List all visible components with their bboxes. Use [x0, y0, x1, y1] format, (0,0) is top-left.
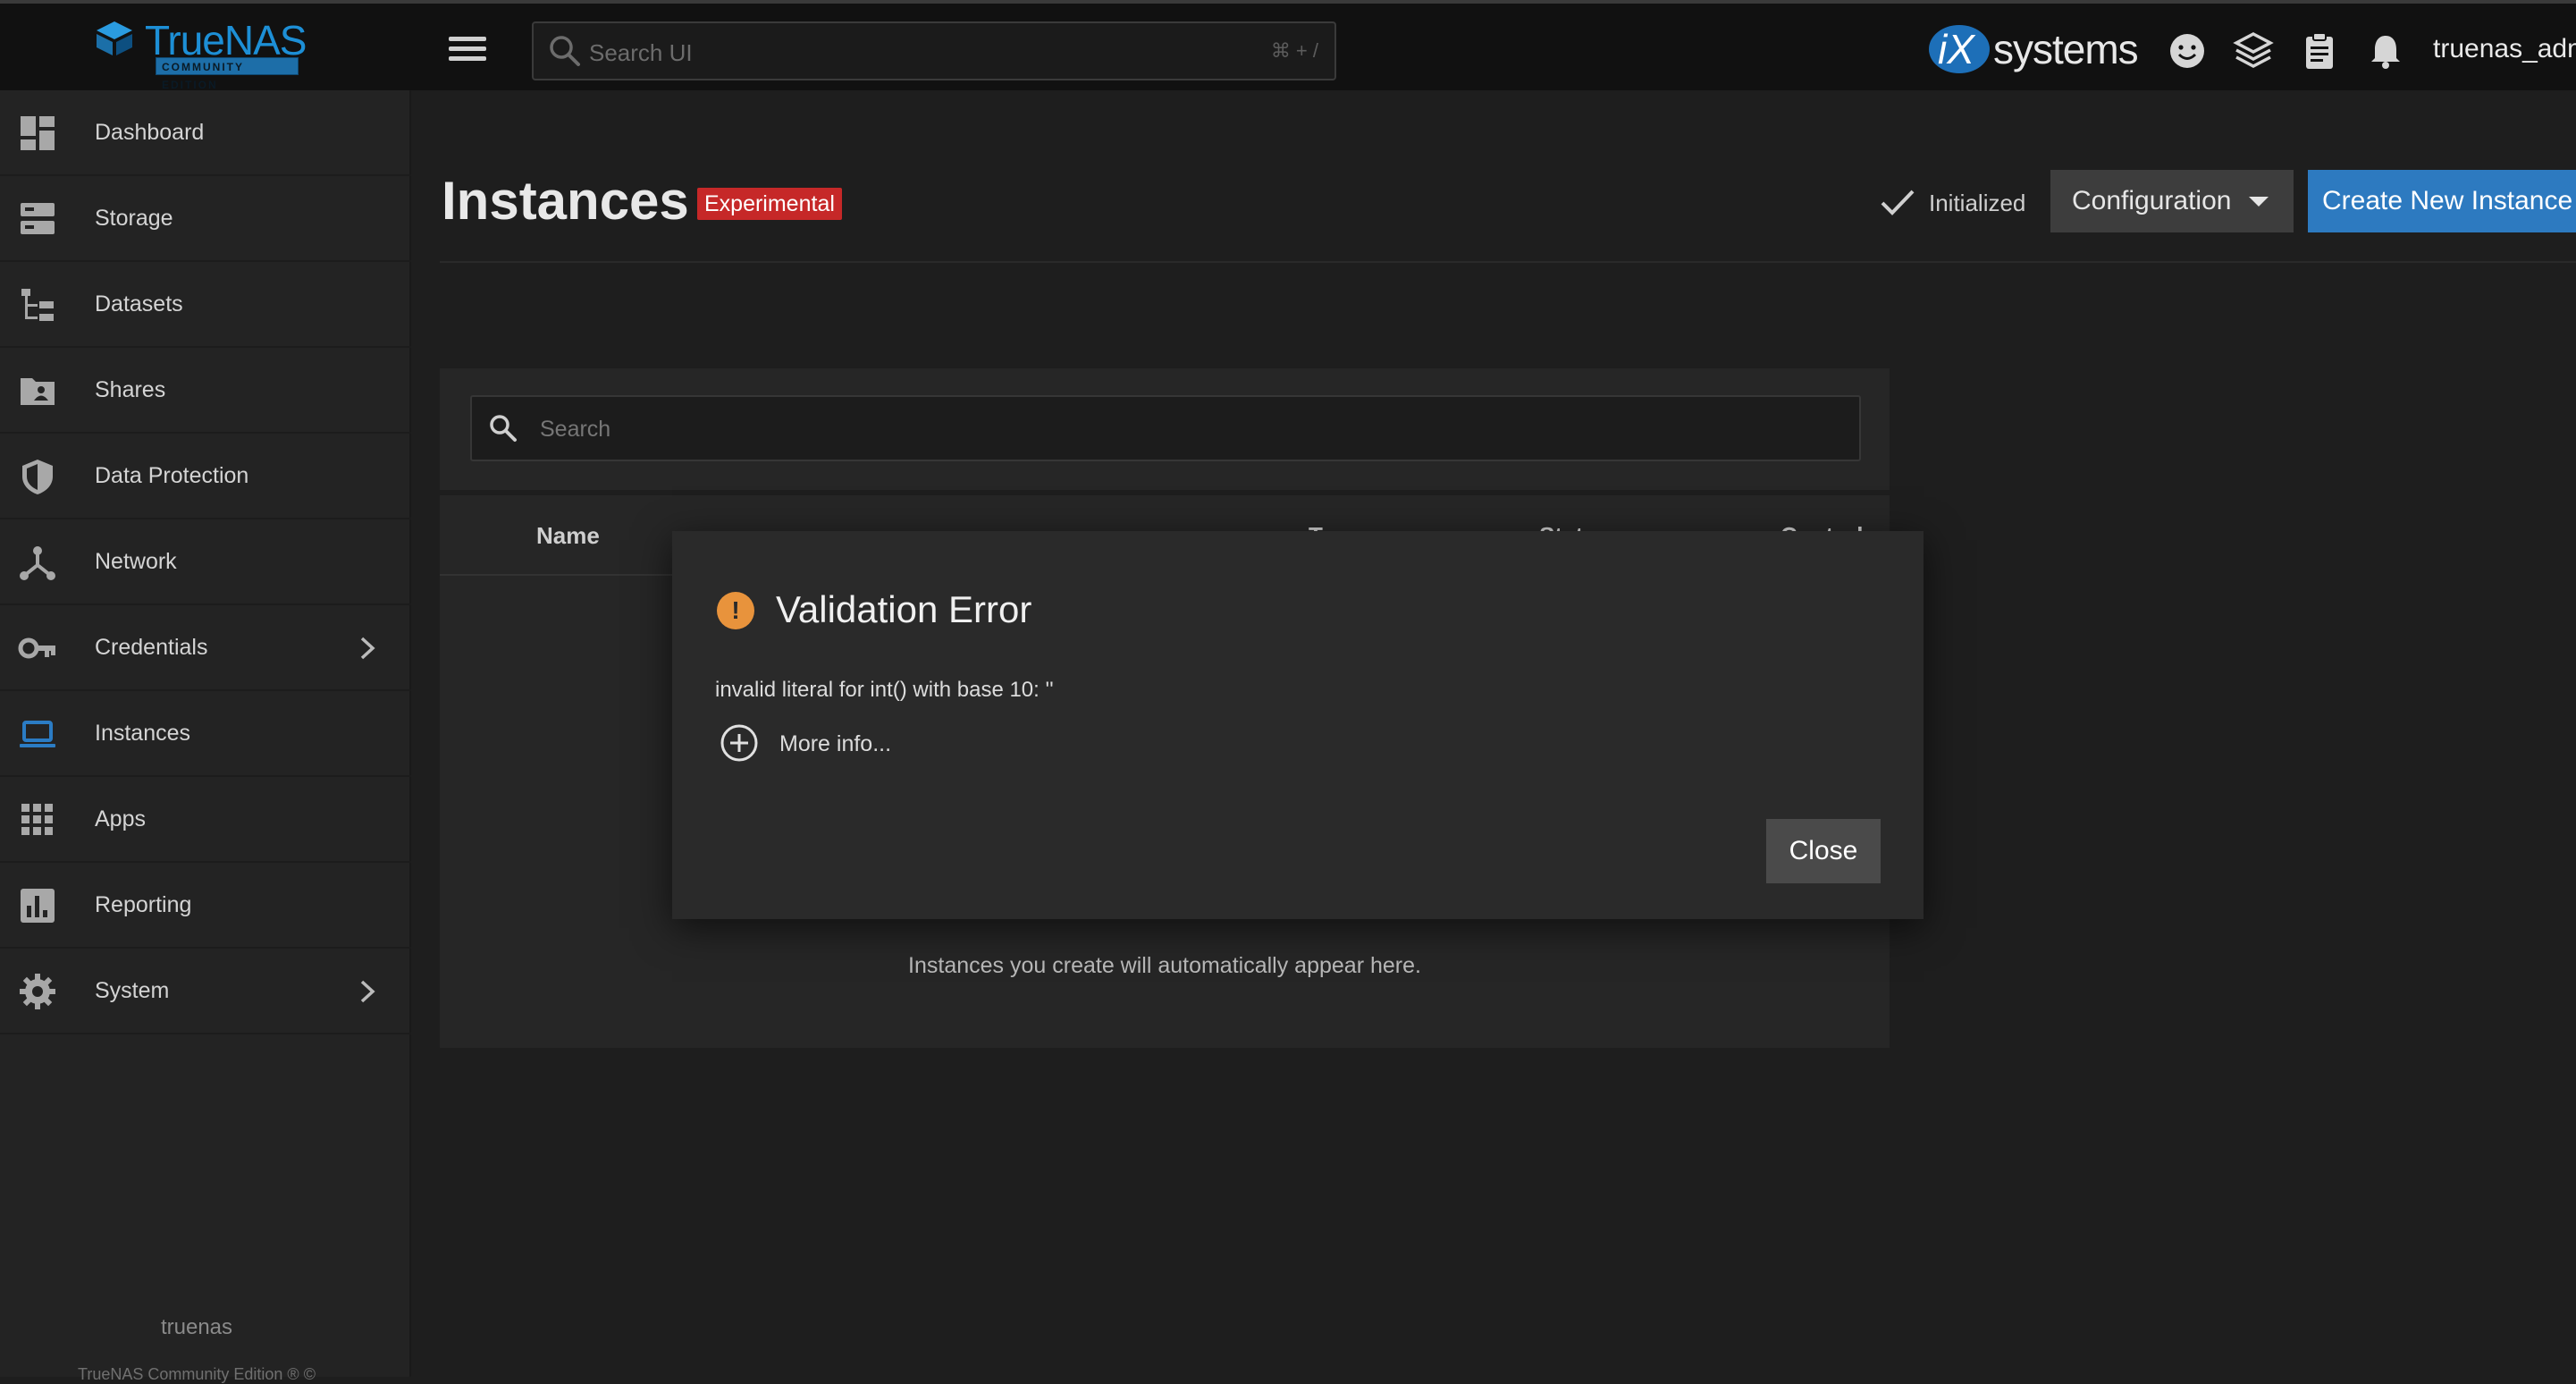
notifications-bell-icon[interactable] — [2365, 30, 2406, 72]
apps-grid-icon — [21, 804, 53, 835]
ixsystems-logo[interactable]: iX systems — [1929, 20, 2139, 79]
sidebar: Dashboard Storage Datasets Shares Data P… — [0, 90, 411, 1383]
dialog-title: Validation Error — [776, 588, 1032, 630]
add-circle-icon — [720, 724, 758, 762]
chevron-right-icon — [360, 637, 375, 660]
sidebar-item-label: Reporting — [95, 892, 192, 917]
laptop-icon — [20, 721, 55, 747]
sidebar-item-datasets[interactable]: Datasets — [0, 262, 411, 348]
checkmark-icon — [1881, 190, 1915, 215]
sidebar-item-label: Network — [95, 549, 177, 574]
page-title: Instances — [442, 171, 689, 231]
sidebar-item-reporting[interactable]: Reporting — [0, 863, 411, 949]
edition-label: COMMUNITY EDITION — [156, 57, 299, 91]
caret-down-icon — [2249, 197, 2269, 207]
header-divider — [440, 261, 2576, 263]
create-new-instance-button[interactable]: Create New Instance — [2308, 170, 2576, 232]
sidebar-item-label: Data Protection — [95, 463, 249, 488]
validation-error-dialog: ! Validation Error invalid literal for i… — [672, 531, 1924, 919]
sidebar-item-label: Instances — [95, 721, 191, 746]
close-button[interactable]: Close — [1766, 819, 1881, 883]
sidebar-item-label: Shares — [95, 377, 166, 402]
sidebar-item-label: Apps — [95, 806, 146, 831]
gear-icon — [20, 974, 55, 1009]
status-label: Initialized — [1929, 190, 2026, 216]
hostname-label: truenas — [160, 1315, 233, 1339]
search-icon — [490, 415, 517, 442]
sidebar-item-shares[interactable]: Shares — [0, 348, 411, 434]
storage-icon — [21, 203, 55, 234]
sidebar-item-label: System — [95, 978, 170, 1003]
chevron-right-icon — [360, 980, 375, 1003]
sidebar-item-data-protection[interactable]: Data Protection — [0, 434, 411, 519]
search-shortcut: ⌘ + / — [1270, 39, 1318, 62]
search-icon — [550, 36, 580, 66]
bar-chart-icon — [21, 889, 55, 923]
sidebar-item-instances[interactable]: Instances — [0, 691, 411, 777]
sidebar-item-dashboard[interactable]: Dashboard — [0, 90, 411, 176]
shares-icon — [21, 378, 55, 405]
search-placeholder: Search UI — [589, 39, 693, 66]
sidebar-item-apps[interactable]: Apps — [0, 777, 411, 863]
truenas-logo[interactable]: TrueNAS COMMUNITY EDITION — [93, 16, 307, 91]
sidebar-item-label: Storage — [95, 206, 173, 231]
sidebar-item-label: Datasets — [95, 291, 183, 316]
experimental-badge: Experimental — [697, 188, 842, 220]
sidebar-item-storage[interactable]: Storage — [0, 176, 411, 262]
shield-icon — [22, 460, 53, 494]
error-message: invalid literal for int() with base 10: … — [715, 678, 1054, 702]
dashboard-icon — [21, 116, 55, 150]
sidebar-item-label: Dashboard — [95, 120, 205, 145]
feedback-smiley-icon[interactable] — [2167, 30, 2208, 72]
datasets-icon — [21, 289, 54, 321]
ix-logo-text: iX — [1938, 26, 1974, 72]
global-search-input[interactable]: Search UI ⌘ + / — [532, 21, 1336, 80]
configuration-dropdown-button[interactable]: Configuration — [2050, 170, 2294, 232]
instances-search-input[interactable]: Search — [470, 395, 1861, 461]
menu-line — [449, 46, 486, 51]
sidebar-item-network[interactable]: Network — [0, 519, 411, 605]
sidebar-item-label: Credentials — [95, 635, 208, 660]
user-menu-button[interactable]: truenas_adm — [2433, 34, 2576, 64]
systems-logo-text: systems — [1993, 26, 2139, 72]
sidebar-item-system[interactable]: System — [0, 949, 411, 1034]
menu-toggle-button[interactable] — [447, 32, 488, 68]
menu-line — [449, 37, 486, 41]
search-placeholder: Search — [540, 417, 611, 442]
jobs-clipboard-icon[interactable] — [2299, 30, 2340, 72]
copyright-label[interactable]: TrueNAS Community Edition ® © — [0, 1365, 393, 1384]
top-bar: TrueNAS COMMUNITY EDITION Search UI ⌘ + … — [0, 0, 2576, 91]
truecommand-icon[interactable] — [2233, 30, 2274, 72]
column-header-name[interactable]: Name — [536, 522, 600, 550]
sidebar-item-credentials[interactable]: Credentials — [0, 605, 411, 691]
empty-state-message: Instances you create will automatically … — [908, 953, 1421, 978]
key-icon — [18, 637, 55, 659]
warning-icon: ! — [717, 592, 754, 629]
network-icon — [20, 546, 55, 580]
truenas-mark-icon — [97, 21, 132, 55]
more-info-label: More info... — [779, 731, 892, 756]
menu-line — [449, 56, 486, 61]
configuration-label: Configuration — [2072, 186, 2232, 215]
